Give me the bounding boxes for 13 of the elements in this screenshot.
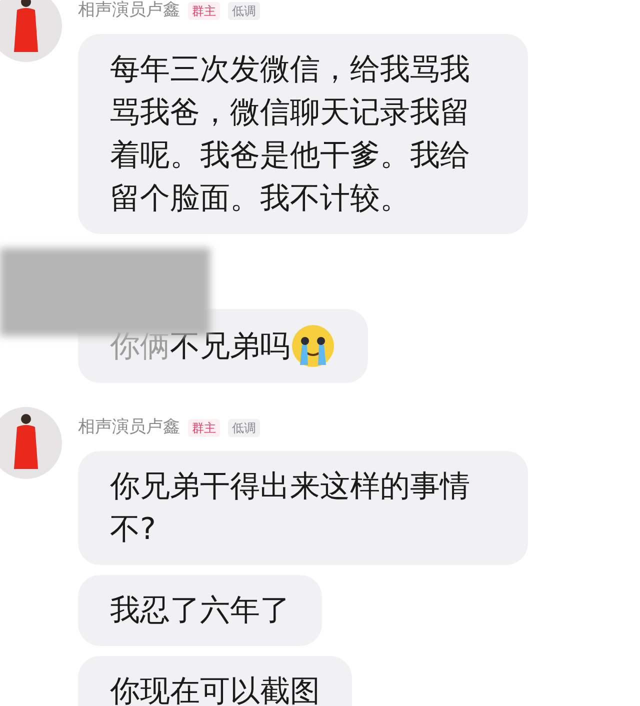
message-text: 你现在可以截图 xyxy=(110,673,320,706)
sender-name: 相声演员卢鑫 xyxy=(78,416,180,440)
message-text: 你兄弟干得出来这样的事情不? xyxy=(110,468,471,549)
sender-name: 相声演员卢鑫 xyxy=(78,0,180,22)
role-badge: 低调 xyxy=(228,419,260,437)
avatar[interactable] xyxy=(0,407,62,479)
message-text: 我忍了六年了 xyxy=(110,592,290,630)
message-text: 你俩不兄弟吗 xyxy=(110,328,290,366)
avatar[interactable] xyxy=(0,0,62,62)
message-text: 每年三次发微信，给我骂我骂我爸，微信聊天记录我留着呢。我爸是他干爹。我给留个脸面。我不计较。 xyxy=(110,51,471,218)
role-badge: 群主 xyxy=(188,2,220,20)
role-badge: 群主 xyxy=(188,419,220,437)
role-badge: 低调 xyxy=(228,2,260,20)
